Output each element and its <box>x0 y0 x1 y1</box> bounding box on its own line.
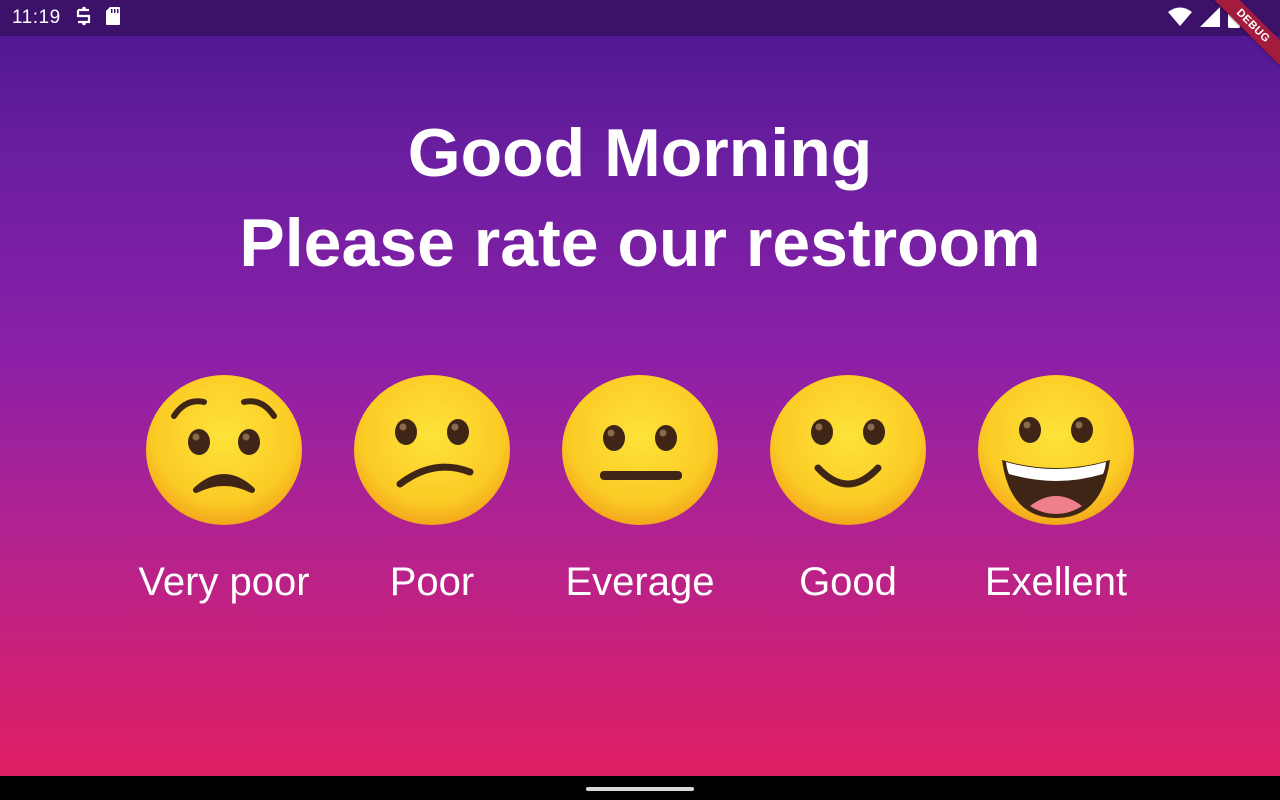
prompt-text: Please rate our restroom <box>239 205 1041 281</box>
worried-face-icon <box>146 375 302 525</box>
grinning-face-icon <box>978 375 1134 525</box>
rating-poor[interactable]: Poor <box>332 372 532 612</box>
confused-face-icon <box>354 375 510 525</box>
headline: Good Morning Please rate our restroom <box>0 108 1280 288</box>
rating-screen: Good Morning Please rate our restroom Ve… <box>0 0 1280 776</box>
slightly-smiling-face-icon <box>770 375 926 525</box>
greeting-text: Good Morning <box>407 115 873 191</box>
rating-label: Poor <box>389 560 475 604</box>
rating-good[interactable]: Good <box>748 372 948 612</box>
rating-excellent[interactable]: Exellent <box>956 372 1156 612</box>
rating-options: Very poor Poor Everage Good Exellent <box>0 372 1280 622</box>
neutral-face-icon <box>562 375 718 525</box>
sd-card-icon <box>105 6 121 31</box>
rating-label: Everage <box>565 560 715 604</box>
sync-icon <box>75 6 93 31</box>
status-time: 11:19 <box>12 7 61 28</box>
cell-signal-icon <box>1200 7 1220 32</box>
rating-very-poor[interactable]: Very poor <box>124 372 324 612</box>
rating-label: Exellent <box>984 560 1128 604</box>
rating-label: Good <box>799 560 897 604</box>
wifi-icon <box>1168 7 1192 32</box>
status-bar: 11:19 <box>0 0 1280 36</box>
rating-average[interactable]: Everage <box>540 372 740 612</box>
gesture-nav-handle[interactable] <box>586 787 694 791</box>
device-screen: Good Morning Please rate our restroom Ve… <box>0 0 1280 800</box>
rating-label: Very poor <box>138 560 310 604</box>
